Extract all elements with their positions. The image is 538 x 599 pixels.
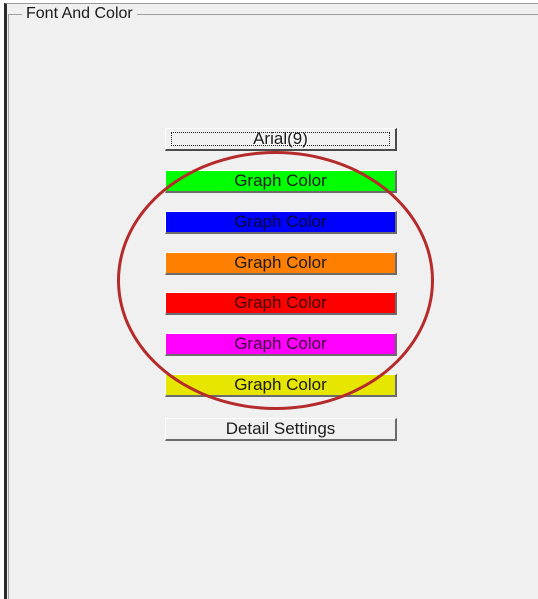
detail-settings-label: Detail Settings: [225, 419, 336, 438]
graph-color-label: Graph Color: [234, 171, 327, 190]
graph-color-button[interactable]: Graph Color: [165, 292, 397, 315]
group-title: Font And Color: [22, 5, 137, 23]
graph-color-label: Graph Color: [234, 253, 327, 272]
graph-color-label: Graph Color: [234, 375, 327, 394]
screenshot-canvas: Font And Color Arial(9) Graph Color Graph…: [0, 0, 538, 599]
graph-color-label: Graph Color: [234, 334, 327, 353]
graph-color-label: Graph Color: [234, 212, 327, 231]
graph-color-button[interactable]: Graph Color: [165, 333, 397, 356]
graph-color-button[interactable]: Graph Color: [165, 374, 397, 397]
graph-color-button[interactable]: Graph Color: [165, 170, 397, 193]
font-select-button[interactable]: Arial(9): [165, 128, 397, 151]
graph-color-button[interactable]: Graph Color: [165, 252, 397, 275]
graph-color-label: Graph Color: [234, 293, 327, 312]
graph-color-button[interactable]: Graph Color: [165, 211, 397, 234]
detail-settings-button[interactable]: Detail Settings: [165, 418, 397, 441]
font-button-label: Arial(9): [253, 129, 308, 148]
